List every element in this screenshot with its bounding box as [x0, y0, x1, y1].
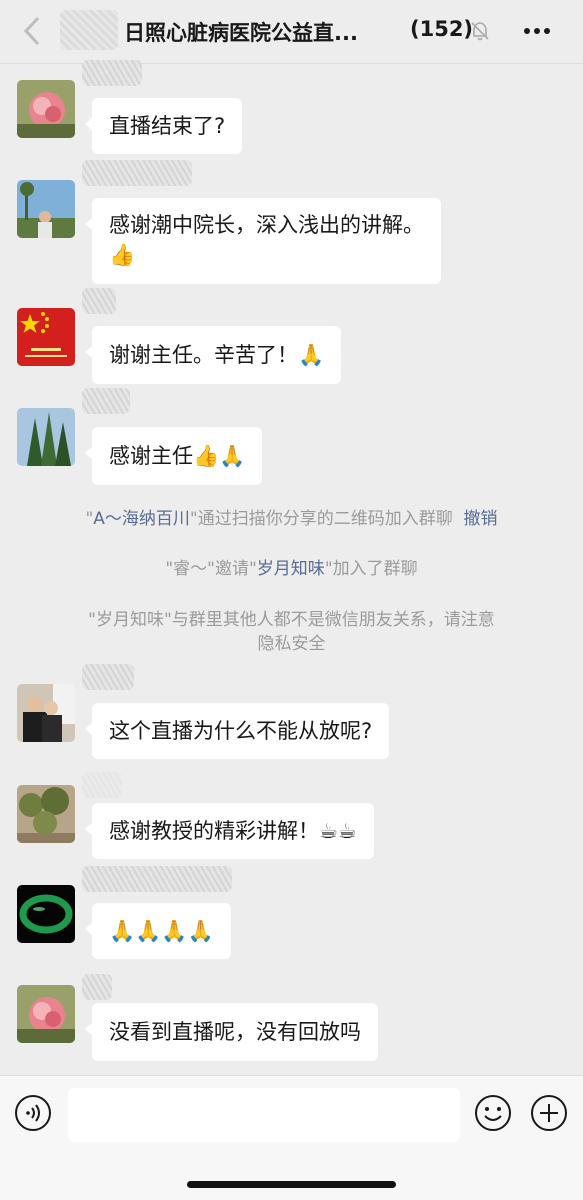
voice-button[interactable]	[14, 1094, 52, 1132]
system-notice: "睿～"邀请"岁月知味"加入了群聊	[0, 557, 583, 581]
input-bar	[0, 1075, 583, 1200]
message-bubble[interactable]: 这个直播为什么不能从放呢?	[84, 703, 390, 759]
notice-text: "加入了群聊	[324, 559, 418, 579]
message-text: 直播结束了?	[109, 114, 226, 138]
thumbs-up-folded-hands-icon: 👍🙏	[193, 444, 246, 468]
message-input[interactable]	[68, 1088, 460, 1142]
folded-hands-icon: 🙏🙏🙏🙏	[109, 919, 214, 943]
plus-icon	[531, 1095, 567, 1131]
blurred-nickname	[82, 772, 122, 798]
thumbs-up-icon: 👍	[109, 243, 136, 267]
notice-text: "睿～"邀请"	[165, 559, 257, 579]
coffee-icon: ☕☕	[319, 819, 357, 843]
message-text: 这个直播为什么不能从放呢?	[109, 719, 373, 743]
member-name-link[interactable]: A～海纳百川	[93, 509, 190, 529]
avatar[interactable]	[17, 180, 75, 238]
message-text: 没看到直播呢，没有回放吗	[109, 1020, 361, 1044]
chat-header: 日照心脏病医院公益直... (152)	[0, 0, 583, 64]
message-bubble[interactable]: 直播结束了?	[84, 98, 243, 154]
avatar[interactable]	[17, 885, 75, 943]
message-text: 感谢教授的精彩讲解！	[109, 819, 319, 843]
blurred-nickname	[82, 866, 232, 892]
bell-muted-icon	[469, 20, 491, 42]
emoji-button[interactable]	[474, 1094, 512, 1132]
message-bubble[interactable]: 感谢主任👍🙏	[84, 427, 263, 485]
message-bubble[interactable]: 🙏🙏🙏🙏	[85, 903, 231, 959]
avatar[interactable]	[17, 408, 75, 466]
notice-text: 隐私安全	[257, 634, 326, 654]
home-indicator	[187, 1181, 396, 1188]
member-name-link[interactable]: 岁月知味	[257, 559, 325, 579]
blurred-nickname	[82, 160, 192, 186]
chevron-left-icon	[23, 16, 40, 46]
more-functions-button[interactable]	[530, 1094, 568, 1132]
avatar[interactable]	[17, 985, 75, 1043]
more-button[interactable]	[522, 20, 552, 42]
notice-text: "岁月知味"与群里其他人都不是微信朋友关系，请注意	[88, 610, 495, 630]
message-bubble[interactable]: 感谢潮中院长，深入浅出的讲解。 👍	[85, 198, 441, 284]
back-button[interactable]	[22, 14, 52, 48]
system-notice: "A～海纳百川"通过扫描你分享的二维码加入群聊 撤销	[0, 507, 583, 531]
avatar[interactable]	[17, 684, 75, 742]
avatar[interactable]	[17, 785, 75, 843]
message-text: 谢谢主任。辛苦了！	[109, 343, 298, 367]
avatar[interactable]	[17, 308, 75, 366]
avatar[interactable]	[17, 80, 75, 138]
blurred-nickname	[82, 664, 134, 690]
blurred-header-area	[60, 10, 118, 50]
member-count: (152)	[410, 17, 474, 41]
ellipsis-icon	[524, 28, 550, 34]
blurred-nickname	[82, 974, 112, 1000]
chat-title[interactable]: 日照心脏病医院公益直...	[124, 17, 358, 47]
blurred-nickname	[82, 288, 116, 314]
folded-hands-icon: 🙏	[298, 343, 325, 367]
message-bubble[interactable]: 没看到直播呢，没有回放吗	[85, 1003, 378, 1061]
message-bubble[interactable]: 感谢教授的精彩讲解！☕☕	[85, 803, 374, 859]
emoji-icon	[475, 1095, 511, 1131]
message-text: 感谢潮中院长，深入浅出的讲解。	[109, 213, 424, 237]
notice-text: "通过扫描你分享的二维码加入群聊	[189, 509, 453, 529]
message-text: 感谢主任	[109, 444, 193, 468]
blurred-nickname	[82, 60, 142, 86]
blurred-nickname	[82, 388, 130, 414]
voice-icon	[15, 1095, 51, 1131]
message-bubble[interactable]: 谢谢主任。辛苦了！🙏	[84, 326, 342, 384]
revoke-link[interactable]: 撤销	[464, 509, 498, 529]
system-notice: "岁月知味"与群里其他人都不是微信朋友关系，请注意 隐私安全	[0, 608, 583, 656]
